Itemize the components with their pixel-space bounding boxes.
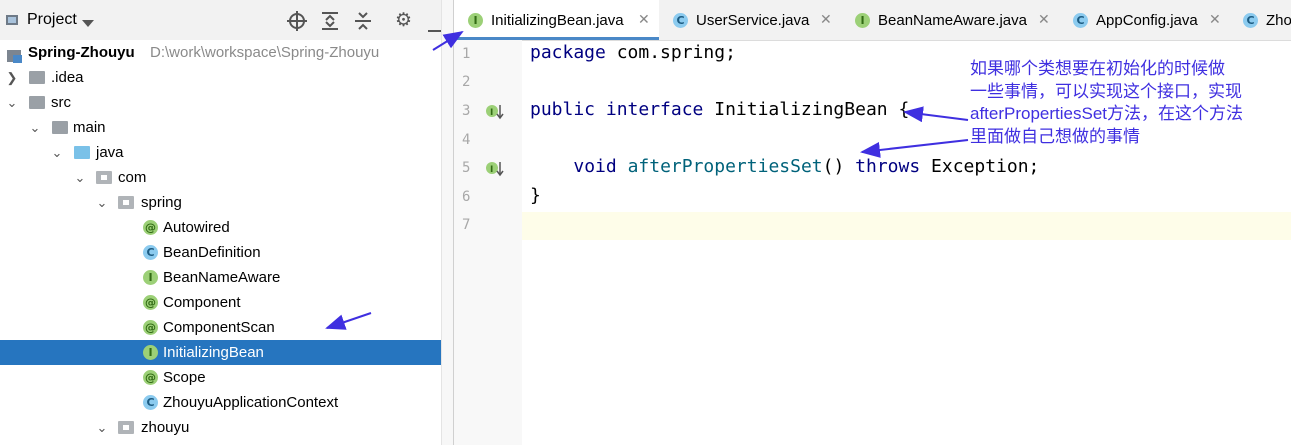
arrow-to-interface bbox=[903, 106, 969, 123]
arrow-to-tree-item bbox=[325, 312, 372, 330]
annotation-arrows bbox=[325, 30, 969, 330]
arrow-to-method bbox=[860, 139, 969, 158]
arrow-to-tab bbox=[432, 30, 464, 51]
